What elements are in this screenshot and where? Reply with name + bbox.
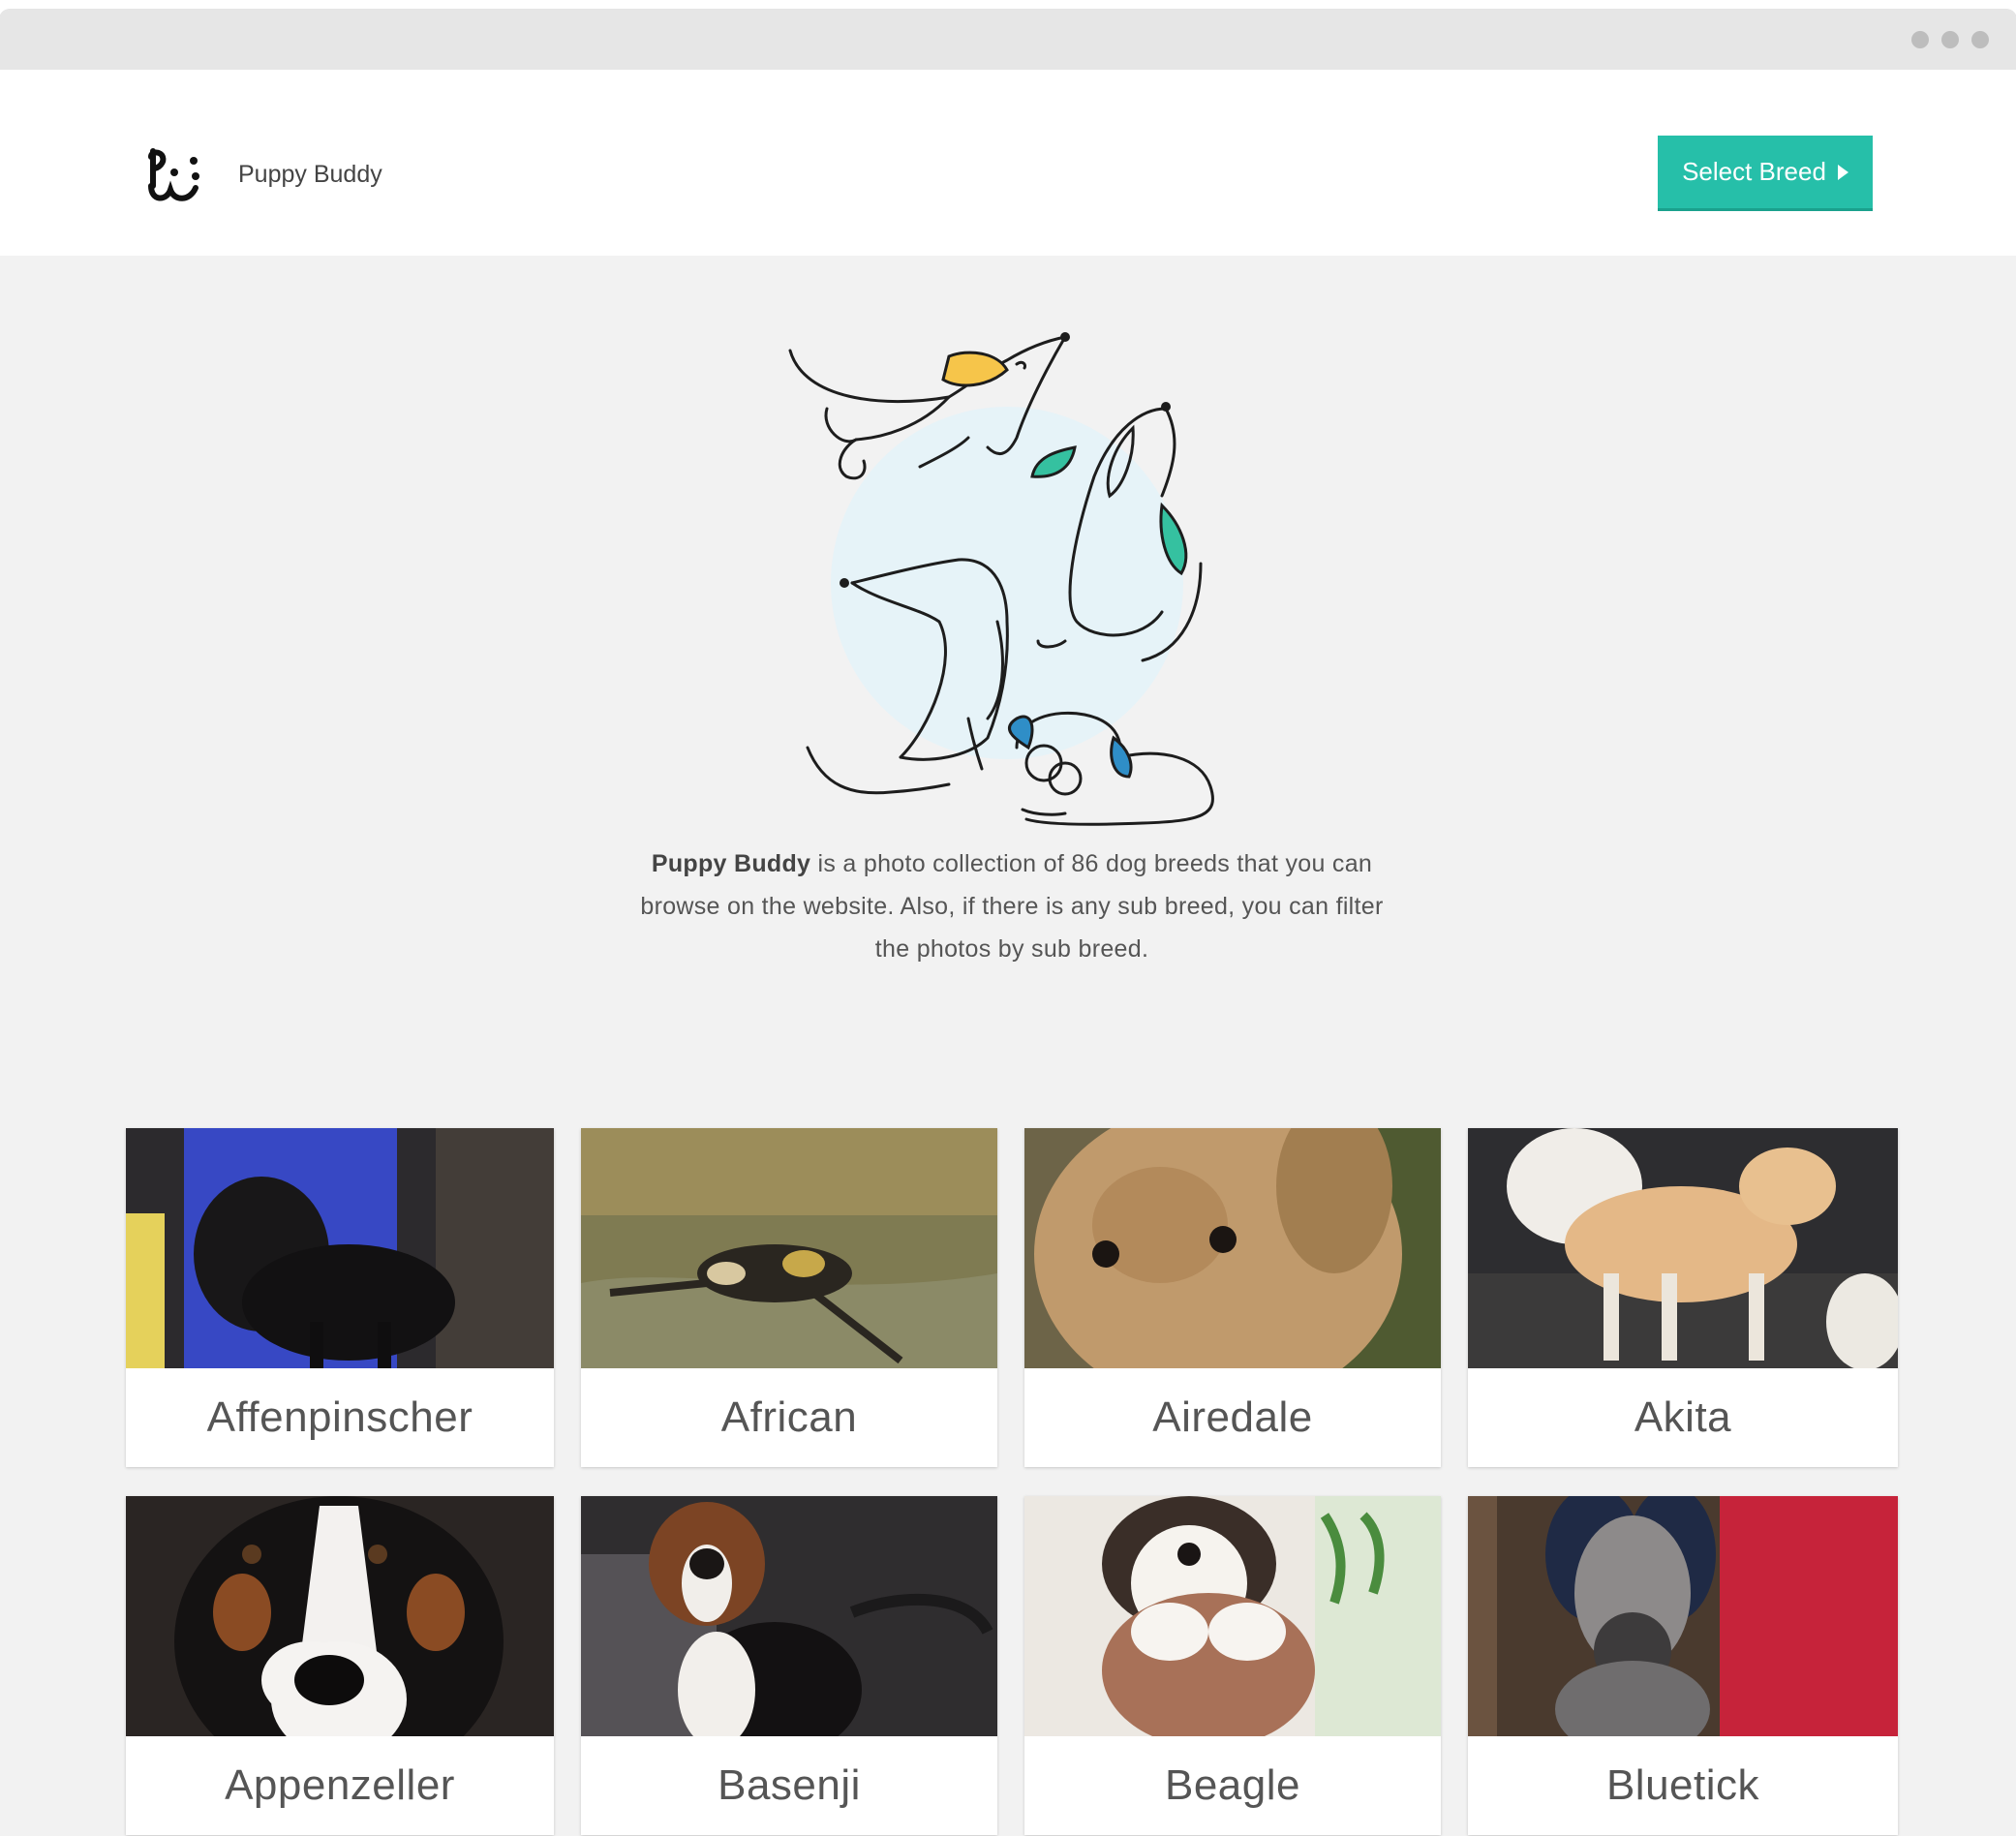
breed-photo xyxy=(1468,1128,1898,1368)
breed-label: Bluetick xyxy=(1605,1761,1760,1809)
window-titlebar xyxy=(0,10,2016,70)
appenzeller-photo-icon xyxy=(126,1496,554,1736)
breed-label: African xyxy=(720,1393,858,1441)
intro-text: Puppy Buddy is a photo collection of 86 … xyxy=(620,842,1404,970)
beagle-photo-icon xyxy=(1024,1496,1441,1736)
breed-card[interactable]: Airedale xyxy=(1024,1128,1441,1467)
breed-card[interactable]: Basenji xyxy=(581,1496,997,1835)
paw-face-logo-icon[interactable] xyxy=(145,147,205,207)
breed-photo xyxy=(126,1496,554,1736)
breed-photo xyxy=(1024,1496,1441,1736)
breed-photo xyxy=(581,1128,997,1368)
breed-card[interactable]: Bluetick xyxy=(1468,1496,1898,1835)
breed-photo xyxy=(1024,1128,1441,1368)
breed-label: Beagle xyxy=(1164,1761,1300,1809)
basenji-photo-icon xyxy=(581,1496,997,1736)
breed-label: Akita xyxy=(1634,1393,1732,1441)
window-control-dot-icon[interactable] xyxy=(1911,31,1929,48)
browser-window: Puppy Buddy Select Breed Puppy Buddy is … xyxy=(0,10,2016,1836)
breed-label: Basenji xyxy=(718,1761,861,1809)
breed-card[interactable]: African xyxy=(581,1128,997,1467)
window-control-dot-icon[interactable] xyxy=(1971,31,1989,48)
window-controls xyxy=(1911,31,1989,48)
intro-bold: Puppy Buddy xyxy=(651,850,811,877)
breed-card[interactable]: Beagle xyxy=(1024,1496,1441,1835)
bluetick-photo-icon xyxy=(1468,1496,1898,1736)
breed-photo xyxy=(581,1496,997,1736)
site-header: Puppy Buddy Select Breed xyxy=(0,70,2016,256)
breed-photo xyxy=(1468,1496,1898,1736)
breed-card[interactable]: Affenpinscher xyxy=(126,1128,554,1467)
breed-card[interactable]: Appenzeller xyxy=(126,1496,554,1835)
window-control-dot-icon[interactable] xyxy=(1941,31,1959,48)
hero-section: Puppy Buddy is a photo collection of 86 … xyxy=(0,256,2016,1079)
affenpinscher-photo-icon xyxy=(126,1128,554,1368)
breed-label: Affenpinscher xyxy=(206,1393,473,1441)
breed-label: Airedale xyxy=(1152,1393,1313,1441)
select-breed-label: Select Breed xyxy=(1682,157,1826,186)
airedale-photo-icon xyxy=(1024,1128,1441,1368)
select-breed-button[interactable]: Select Breed xyxy=(1658,136,1873,211)
brand-name[interactable]: Puppy Buddy xyxy=(238,161,382,189)
african-photo-icon xyxy=(581,1128,997,1368)
triangle-right-icon xyxy=(1837,164,1848,180)
breed-card[interactable]: Akita xyxy=(1468,1128,1898,1467)
akita-photo-icon xyxy=(1468,1128,1898,1368)
breed-label: Appenzeller xyxy=(225,1761,455,1809)
breed-photo xyxy=(126,1128,554,1368)
dogs-illustration-icon xyxy=(788,332,1214,826)
